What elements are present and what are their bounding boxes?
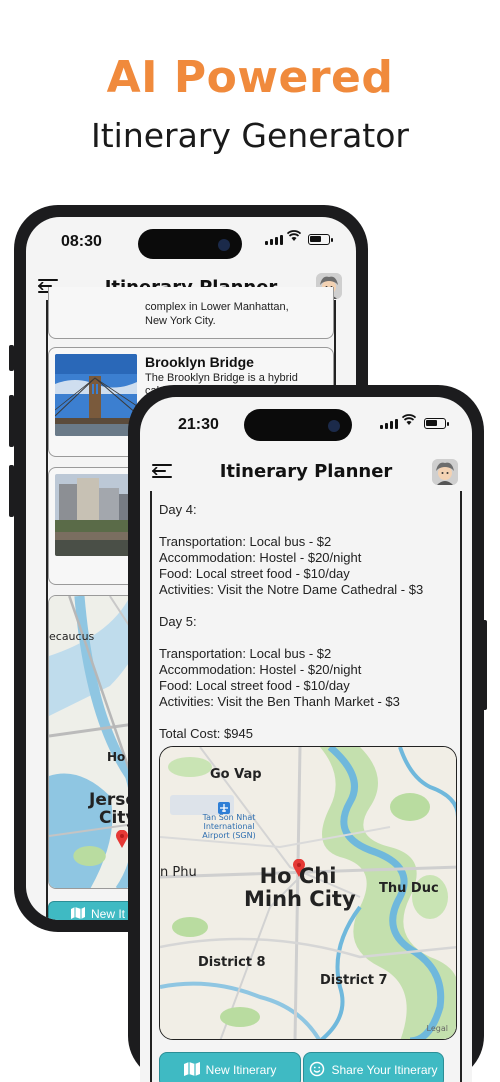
wifi-icon [286, 230, 302, 246]
map-label-thu-duc: Thu Duc [379, 881, 439, 896]
itinerary-line: Food: Local street food - $10/day [159, 566, 350, 581]
itinerary-line: Activities: Visit the Notre Dame Cathedr… [159, 582, 424, 597]
app-title: Itinerary Planner [219, 461, 393, 482]
battery-icon [424, 418, 449, 429]
map-marker-icon [115, 829, 129, 852]
itinerary-line: Food: Local street food - $10/day [159, 678, 350, 693]
place-image [55, 474, 137, 556]
battery-icon [308, 234, 333, 245]
status-bar: 08:30 [26, 217, 356, 263]
itinerary-line: Transportation: Local bus - $2 [159, 534, 332, 549]
map-label: ecaucus [49, 630, 95, 643]
map-icon [183, 1061, 200, 1079]
signal-icon [265, 235, 283, 245]
card-text-line: New York City. [145, 315, 216, 327]
map-label: Ho [107, 750, 126, 764]
itinerary-line: Accommodation: Hostel - $20/night [159, 550, 362, 565]
map-label-phu: n Phu [160, 865, 197, 880]
map-label-district-7: District 7 [320, 973, 388, 988]
map-label-city: Ho Chi Minh City [244, 864, 356, 911]
card-title: Brooklyn Bridge [145, 354, 254, 370]
app-bar: Itinerary Planner [140, 453, 472, 489]
status-bar: 21:30 [140, 397, 472, 443]
itinerary-line: Transportation: Local bus - $2 [159, 646, 332, 661]
smiley-icon [309, 1061, 325, 1080]
new-itinerary-label: New It [91, 907, 126, 920]
map-label-go-vap: Go Vap [210, 767, 262, 782]
wifi-icon [401, 414, 417, 430]
card-text-line: complex in Lower Manhattan, [145, 301, 289, 313]
avatar[interactable] [432, 459, 458, 485]
signal-icon [380, 419, 398, 429]
dynamic-island [244, 409, 352, 441]
hero-subtitle: Itinerary Generator [90, 116, 409, 155]
map[interactable]: Go Vap Tan Son Nhat International Airpor… [159, 746, 457, 1040]
status-time: 21:30 [178, 416, 219, 433]
map-icon [71, 906, 85, 921]
new-itinerary-button[interactable]: New Itinerary [159, 1052, 301, 1082]
dynamic-island [138, 229, 242, 259]
new-itinerary-label: New Itinerary [205, 1063, 277, 1077]
itinerary-text: Day 4: Transportation: Local bus - $2 Ac… [159, 502, 464, 742]
map-legal-link[interactable]: Legal [427, 1024, 448, 1033]
total-cost: Total Cost: $945 [159, 726, 253, 741]
itinerary-line: Day 5: [159, 614, 197, 629]
share-itinerary-label: Share Your Itinerary [331, 1063, 438, 1077]
hero-title: AI Powered [106, 52, 394, 103]
front-phone-screen: 21:30 Itinerary Planner Day 4: Transport… [140, 397, 472, 1082]
share-itinerary-button[interactable]: Share Your Itinerary [303, 1052, 444, 1082]
map-label-airport: Tan Son Nhat International Airport (SGN) [202, 813, 256, 840]
itinerary-line: Accommodation: Hostel - $20/night [159, 662, 362, 677]
list-item[interactable]: complex in Lower Manhattan, New York Cit… [48, 287, 334, 339]
front-phone: 21:30 Itinerary Planner Day 4: Transport… [128, 385, 484, 1082]
map-label-district-8: District 8 [198, 955, 266, 970]
status-time: 08:30 [61, 233, 102, 250]
itinerary-line: Activities: Visit the Ben Thanh Market -… [159, 694, 400, 709]
itinerary-line: Day 4: [159, 502, 197, 517]
brooklyn-bridge-image [55, 354, 137, 436]
